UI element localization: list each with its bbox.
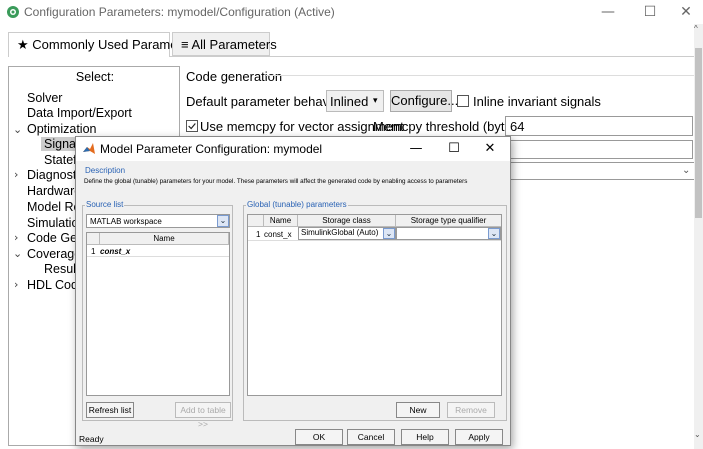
hidden-text-field[interactable]	[505, 140, 693, 159]
remove-button[interactable]: Remove	[447, 402, 495, 418]
global-table-row[interactable]: 1 const_x SimulinkGlobal (Auto) ⌄ ⌄	[248, 227, 501, 241]
global-row-name: const_x	[264, 230, 292, 239]
storage-class-select[interactable]: SimulinkGlobal (Auto) ⌄	[298, 227, 396, 240]
global-row-index: 1	[256, 230, 261, 239]
description-text: Define the global (tunable) parameters f…	[84, 178, 468, 185]
chevron-right-icon[interactable]: ›	[14, 278, 18, 291]
inline-invariant-checkbox[interactable]	[457, 95, 469, 107]
scroll-up-icon[interactable]: ^	[694, 24, 698, 33]
global-header-name: Name	[264, 215, 298, 227]
storage-qualifier-select[interactable]: ⌄	[396, 227, 501, 240]
add-to-table-button[interactable]: Add to table >>	[175, 402, 231, 429]
chevron-right-icon[interactable]: ›	[14, 231, 18, 244]
default-behavior-dropdown[interactable]: Inlined ▾	[326, 90, 384, 112]
source-row-name: const_x	[100, 247, 131, 256]
code-generation-heading: Code generation	[186, 69, 283, 84]
description-group: Description Define the global (tunable) …	[82, 166, 507, 188]
source-table-row[interactable]: 1 const_x	[87, 245, 229, 257]
chevron-down-icon[interactable]: ⌄	[488, 228, 500, 239]
default-behavior-label: Default parameter behavior:	[186, 94, 348, 109]
tree-item-data-import-export[interactable]: Data Import/Export	[27, 106, 132, 120]
source-select-value: MATLAB workspace	[90, 217, 162, 226]
close-button[interactable]: ✕	[668, 3, 703, 21]
global-header-storage-class: Storage class	[298, 215, 396, 227]
tree-item-solver[interactable]: Solver	[27, 91, 62, 105]
source-table-corner	[87, 233, 100, 245]
cancel-button[interactable]: Cancel	[347, 429, 395, 445]
global-table-corner	[248, 215, 264, 227]
apply-button[interactable]: Apply	[455, 429, 503, 445]
chevron-right-icon[interactable]: ›	[14, 168, 18, 181]
ok-button[interactable]: OK	[295, 429, 343, 445]
dialog-title: Model Parameter Configuration: mymodel	[100, 142, 323, 156]
default-behavior-value: Inlined	[330, 94, 369, 109]
dialog-maximize-button[interactable]: ☐	[439, 140, 469, 158]
window-title-bar: Configuration Parameters: mymodel/Config…	[0, 0, 703, 24]
chevron-down-icon[interactable]: ⌄	[217, 215, 229, 227]
help-button[interactable]: Help	[401, 429, 449, 445]
chevron-down-icon[interactable]: ⌄	[13, 247, 22, 260]
tree-item-coverage[interactable]: Coverage	[27, 247, 81, 261]
dialog-close-button[interactable]: ✕	[475, 140, 505, 158]
dialog-minimize-button[interactable]: —	[401, 140, 431, 158]
source-select[interactable]: MATLAB workspace ⌄	[86, 214, 230, 228]
tab-all-parameters[interactable]: ≡ All Parameters	[172, 32, 277, 56]
inline-invariant-label: Inline invariant signals	[473, 94, 601, 109]
simulink-app-icon	[7, 6, 19, 18]
dialog-title-bar: Model Parameter Configuration: mymodel —…	[76, 137, 510, 161]
source-table: Name 1 const_x	[86, 232, 230, 396]
memcpy-checkbox[interactable]	[186, 120, 198, 132]
tree-item-optimization[interactable]: Optimization	[27, 122, 96, 136]
configure-button[interactable]: Configure...	[390, 90, 458, 112]
tree-header: Select:	[75, 70, 115, 84]
minimize-button[interactable]: —	[590, 3, 626, 21]
status-text: Ready	[79, 434, 104, 444]
memcpy-threshold-input[interactable]: 64	[505, 116, 693, 136]
configure-button-label: Configure...	[391, 93, 459, 108]
dropdown-arrow-icon: ▾	[373, 95, 378, 105]
global-header-qualifier: Storage type qualifier	[396, 215, 501, 227]
source-list-label: Source list	[85, 200, 125, 209]
refresh-list-button[interactable]: Refresh list	[86, 402, 134, 418]
matlab-icon	[83, 143, 95, 154]
tree-item-hardware[interactable]: Hardware	[27, 184, 81, 198]
description-label: Description	[84, 166, 127, 175]
source-table-header-name: Name	[100, 233, 229, 245]
chevron-down-icon[interactable]: ⌄	[383, 228, 395, 239]
memcpy-threshold-value: 64	[510, 119, 525, 134]
hidden-dropdown-field[interactable]: ⌄	[505, 162, 695, 180]
source-row-index: 1	[91, 247, 96, 256]
global-parameters-group: Global (tunable) parameters Name Storage…	[243, 200, 507, 421]
maximize-button[interactable]: ☐	[632, 3, 668, 21]
code-generation-divider	[266, 75, 696, 76]
global-parameters-table: Name Storage class Storage type qualifie…	[247, 214, 502, 396]
main-scrollbar-thumb[interactable]	[695, 48, 702, 218]
checkmark-icon	[188, 123, 196, 130]
global-parameters-label: Global (tunable) parameters	[246, 200, 348, 209]
configuration-parameters-window: Configuration Parameters: mymodel/Config…	[0, 0, 703, 449]
source-list-group: Source list MATLAB workspace ⌄ Name 1 co…	[82, 200, 233, 429]
model-parameter-configuration-dialog: Model Parameter Configuration: mymodel —…	[75, 136, 511, 446]
chevron-down-icon[interactable]: ⌄	[13, 123, 22, 136]
chevron-down-icon: ⌄	[682, 165, 691, 176]
new-button[interactable]: New	[396, 402, 440, 418]
window-title: Configuration Parameters: mymodel/Config…	[24, 5, 335, 19]
tab-commonly-used-parameters[interactable]: ★ Commonly Used Parameters	[8, 32, 199, 57]
scroll-down-icon[interactable]: ⌄	[694, 430, 701, 439]
memcpy-threshold-label: Memcpy threshold (bytes):	[373, 119, 527, 134]
storage-class-value: SimulinkGlobal (Auto)	[301, 228, 379, 237]
